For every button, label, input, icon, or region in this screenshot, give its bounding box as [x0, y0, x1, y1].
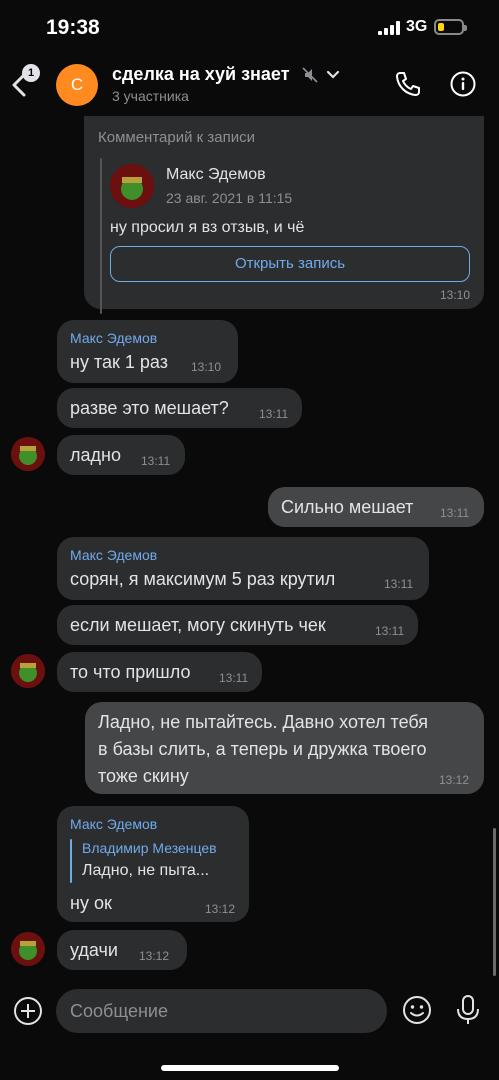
message-time: 13:11	[384, 577, 414, 591]
microphone-icon[interactable]	[455, 994, 481, 1026]
message-bubble[interactable]: Макс Эдемов сорян, я максимум 5 раз крут…	[57, 537, 429, 600]
message-time: 13:11	[375, 624, 405, 638]
message-text: ну так 1 раз	[70, 352, 168, 372]
message-bubble[interactable]: Сильно мешает 13:11	[268, 487, 484, 527]
message-input[interactable]	[56, 989, 387, 1033]
card-date: 23 авг. 2021 в 11:15	[166, 190, 293, 206]
add-attachment-icon[interactable]	[13, 996, 43, 1026]
battery-icon	[434, 19, 467, 35]
card-divider	[100, 158, 102, 314]
avatar[interactable]	[11, 437, 45, 471]
message-time: 13:11	[440, 506, 470, 520]
message-bubble[interactable]: удачи 13:12	[57, 930, 187, 970]
network-type: 3G	[406, 18, 428, 35]
emoji-icon[interactable]	[402, 995, 432, 1025]
chat-header: 1 С сделка на хуй знает 3 участника	[0, 52, 499, 116]
message-time: 13:11	[219, 671, 249, 685]
sender-name[interactable]: Макс Эдемов	[70, 330, 157, 346]
message-time: 13:12	[139, 949, 170, 963]
message-bubble[interactable]: Макс Эдемов ну так 1 раз 13:10	[57, 320, 238, 383]
post-comment-card: Комментарий к записи Макс Эдемов 23 авг.…	[84, 116, 484, 314]
message-text: ну ок	[70, 893, 112, 913]
message-bubble[interactable]: Ладно, не пытайтесь. Давно хотел тебя в …	[85, 702, 484, 794]
message-time: 13:11	[259, 407, 289, 421]
message-text: разве это мешает?	[70, 398, 229, 418]
message-bubble[interactable]: ладно 13:11	[57, 435, 185, 475]
message-text: если мешает, могу скинуть чек	[70, 615, 326, 635]
reply-text[interactable]: Ладно, не пыта...	[82, 862, 209, 880]
message-time: 13:12	[205, 902, 236, 916]
message-text-line: в базы слить, а теперь и дружка твоего	[98, 739, 427, 759]
avatar[interactable]	[11, 654, 45, 688]
message-time: 13:11	[141, 454, 171, 468]
message-text: удачи	[70, 940, 118, 960]
card-text: ну просил я вз отзыв, и чё	[110, 219, 305, 236]
message-text-line: тоже скину	[98, 766, 189, 786]
message-time: 13:10	[439, 288, 470, 302]
card-title: Комментарий к записи	[98, 129, 255, 146]
message-composer	[0, 980, 499, 1080]
message-bubble[interactable]: разве это мешает? 13:11	[57, 388, 302, 428]
muted-icon	[302, 67, 318, 83]
message-bubble[interactable]: Макс Эдемов Владимир Мезенцев Ладно, не …	[57, 806, 249, 922]
sender-name[interactable]: Макс Эдемов	[70, 816, 157, 832]
info-icon[interactable]	[450, 71, 476, 97]
status-bar: 19:38 3G	[0, 0, 499, 52]
home-indicator	[161, 1065, 339, 1071]
reply-author[interactable]: Владимир Мезенцев	[82, 840, 217, 856]
message-text: то что пришло	[70, 662, 191, 682]
message-bubble[interactable]: то что пришло 13:11	[57, 652, 262, 692]
card-author: Макс Эдемов	[166, 166, 266, 183]
unread-badge: 1	[22, 64, 40, 82]
avatar	[110, 164, 154, 208]
reply-quote-bar	[70, 839, 72, 883]
message-text: Сильно мешает	[281, 497, 414, 517]
message-text-line: Ладно, не пытайтесь. Давно хотел тебя	[98, 712, 429, 732]
chevron-down-icon[interactable]	[326, 70, 340, 80]
chat-title[interactable]: сделка на хуй знает	[112, 64, 290, 85]
message-text: сорян, я максимум 5 раз крутил	[70, 569, 336, 589]
message-bubble[interactable]: если мешает, могу скинуть чек 13:11	[57, 605, 418, 645]
status-time: 19:38	[46, 16, 100, 39]
message-time: 13:12	[439, 773, 470, 787]
avatar[interactable]	[11, 932, 45, 966]
phone-icon[interactable]	[394, 70, 422, 98]
message-text: ладно	[70, 445, 121, 465]
message-time: 13:10	[191, 360, 222, 374]
open-post-button[interactable]: Открыть запись	[110, 246, 470, 282]
chat-subtitle: 3 участника	[112, 88, 189, 104]
chat-avatar[interactable]: С	[56, 64, 98, 106]
scrollbar[interactable]	[493, 828, 496, 976]
sender-name[interactable]: Макс Эдемов	[70, 547, 157, 563]
signal-icon	[378, 21, 400, 35]
